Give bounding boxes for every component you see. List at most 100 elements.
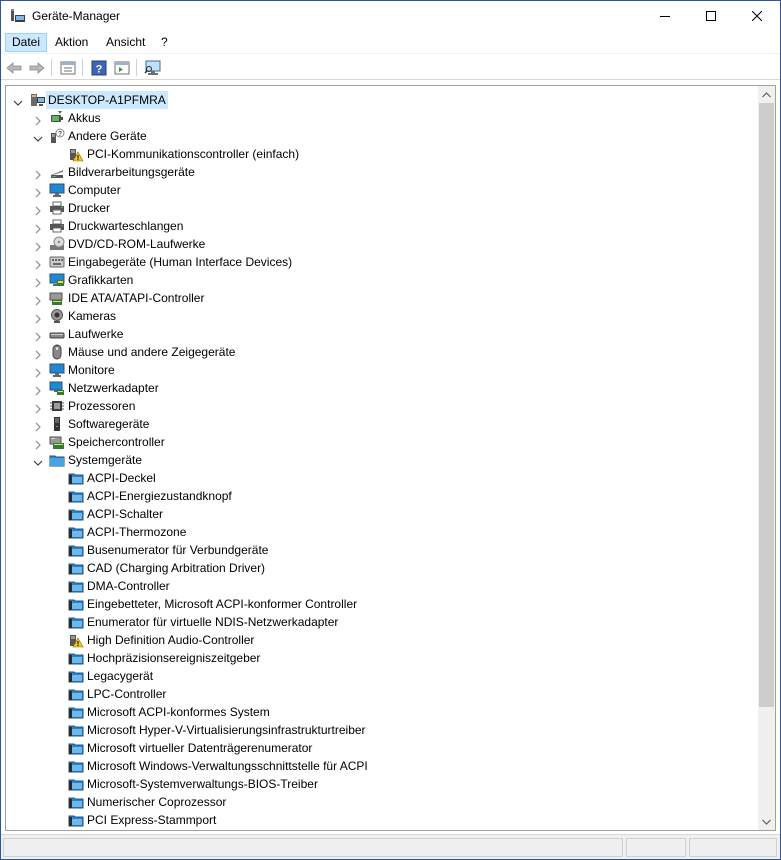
system-device-icon [68,470,84,486]
tree-item[interactable]: Microsoft Hyper-V-Virtualisierungsinfras… [6,721,758,739]
tree-item-label: Enumerator für virtuelle NDIS-Netzwerkad… [87,615,339,629]
chevron-right-icon[interactable] [33,419,43,432]
tree-item[interactable]: Prozessoren [6,397,758,415]
tree-item-label: Numerischer Coprozessor [87,795,227,809]
tree-item[interactable]: Mäuse und andere Zeigegeräte [6,343,758,361]
tree-item[interactable]: Speichercontroller [6,433,758,451]
tree-item[interactable]: Kameras [6,307,758,325]
chevron-right-icon[interactable] [33,275,43,288]
scrollbar-thumb[interactable] [759,103,774,707]
chevron-right-icon[interactable] [33,167,43,180]
minimize-button[interactable] [642,1,688,31]
tree-item[interactable]: Softwaregeräte [6,415,758,433]
scroll-up-button[interactable] [758,86,775,103]
tree-item[interactable]: ACPI-Thermozone [6,523,758,541]
forward-button[interactable] [27,58,47,77]
tree-item-label: Speichercontroller [68,435,165,449]
tree-item[interactable]: Enumerator für virtuelle NDIS-Netzwerkad… [6,613,758,631]
tree-item[interactable]: Bildverarbeitungsgeräte [6,163,758,181]
tree-item[interactable]: IDE ATA/ATAPI-Controller [6,289,758,307]
drive-icon [49,326,65,342]
tree-item[interactable]: Grafikkarten [6,271,758,289]
tree-item[interactable]: Busenumerator für Verbundgeräte [6,541,758,559]
menu-label: Ansicht [106,35,146,49]
tree-item[interactable]: Microsoft ACPI-konformes System [6,703,758,721]
menu-help[interactable]: ? [155,33,174,52]
tree-item-label: High Definition Audio-Controller [87,633,255,647]
back-button[interactable] [4,58,24,77]
tree-item-label: Akkus [68,111,101,125]
device-tree[interactable]: DESKTOP-A1PFMRA Akkus ? Andere Geräte PCI-Ko… [5,85,776,831]
chevron-right-icon[interactable] [33,401,43,414]
tree-item[interactable]: PCI Express-Stammport [6,811,758,829]
scroll-down-button[interactable] [758,813,775,830]
chevron-right-icon[interactable] [33,347,43,360]
system-device-icon [68,740,84,756]
chevron-down-icon[interactable] [13,95,23,106]
tree-item[interactable]: ACPI-Energiezustandknopf [6,487,758,505]
tree-item[interactable]: Eingabegeräte (Human Interface Devices) [6,253,758,271]
vertical-scrollbar[interactable] [758,86,775,830]
tree-item[interactable]: Hochpräzisionsereigniszeitgeber [6,649,758,667]
tree-item[interactable]: Systemgeräte [6,451,758,469]
chevron-down-icon[interactable] [33,131,43,142]
device-manager-icon [10,9,26,23]
tree-item[interactable]: High Definition Audio-Controller [6,631,758,649]
tree-item[interactable]: LPC-Controller [6,685,758,703]
tree-item[interactable]: ACPI-Schalter [6,505,758,523]
scan-hardware-button[interactable] [143,58,163,77]
tree-item[interactable]: CAD (Charging Arbitration Driver) [6,559,758,577]
close-button[interactable] [734,1,780,31]
help-button[interactable]: ? [89,58,109,77]
tree-item[interactable]: DESKTOP-A1PFMRA [6,91,758,109]
tree-item[interactable]: Computer [6,181,758,199]
maximize-button[interactable] [688,1,734,31]
tree-item[interactable]: Druckwarteschlangen [6,217,758,235]
chevron-right-icon[interactable] [33,185,43,198]
chevron-right-icon[interactable] [33,257,43,270]
tree-item-label: CAD (Charging Arbitration Driver) [87,561,266,575]
status-pane-2 [626,838,686,857]
properties-icon [60,61,76,74]
tree-item[interactable]: Monitore [6,361,758,379]
properties-view-button[interactable] [58,58,78,77]
chevron-right-icon[interactable] [33,221,43,234]
menu-aktion[interactable]: Aktion [49,33,94,52]
chevron-right-icon[interactable] [33,365,43,378]
tree-item[interactable]: Eingebetteter, Microsoft ACPI-konformer … [6,595,758,613]
chevron-down-icon[interactable] [33,455,43,466]
tree-item[interactable]: Legacygerät [6,667,758,685]
title-bar[interactable]: Geräte-Manager [1,1,780,31]
chevron-right-icon[interactable] [33,293,43,306]
tree-item[interactable]: DVD/CD-ROM-Laufwerke [6,235,758,253]
chevron-right-icon[interactable] [33,239,43,252]
tree-item[interactable]: Akkus [6,109,758,127]
tree-item[interactable]: Microsoft-Systemverwaltungs-BIOS-Treiber [6,775,758,793]
chevron-right-icon[interactable] [33,437,43,450]
tree-item[interactable]: Drucker [6,199,758,217]
tree-item[interactable]: Laufwerke [6,325,758,343]
chevron-right-icon[interactable] [33,329,43,342]
tree-item[interactable]: Netzwerkadapter [6,379,758,397]
tree-item-label: Grafikkarten [68,273,134,287]
tree-item[interactable]: PCI-Kommunikationscontroller (einfach) [6,145,758,163]
system-device-icon [68,542,84,558]
chevron-right-icon[interactable] [33,203,43,216]
tree-item[interactable]: Microsoft Windows-Verwaltungsschnittstel… [6,757,758,775]
chevron-right-icon[interactable] [33,311,43,324]
tree-item[interactable]: Numerischer Coprozessor [6,793,758,811]
tree-item[interactable]: ? Andere Geräte [6,127,758,145]
details-view-button[interactable] [112,58,132,77]
menu-label: Datei [12,35,41,49]
disc-drive-icon [49,236,65,252]
system-device-icon [68,776,84,792]
menu-datei[interactable]: Datei [5,33,48,52]
tree-item[interactable]: DMA-Controller [6,577,758,595]
tree-item-label: Andere Geräte [68,129,147,143]
system-device-icon [68,668,84,684]
chevron-right-icon[interactable] [33,383,43,396]
tree-item[interactable]: Microsoft virtueller Datenträgerenumerat… [6,739,758,757]
chevron-right-icon[interactable] [33,113,43,126]
menu-ansicht[interactable]: Ansicht [100,33,151,52]
tree-item[interactable]: ACPI-Deckel [6,469,758,487]
